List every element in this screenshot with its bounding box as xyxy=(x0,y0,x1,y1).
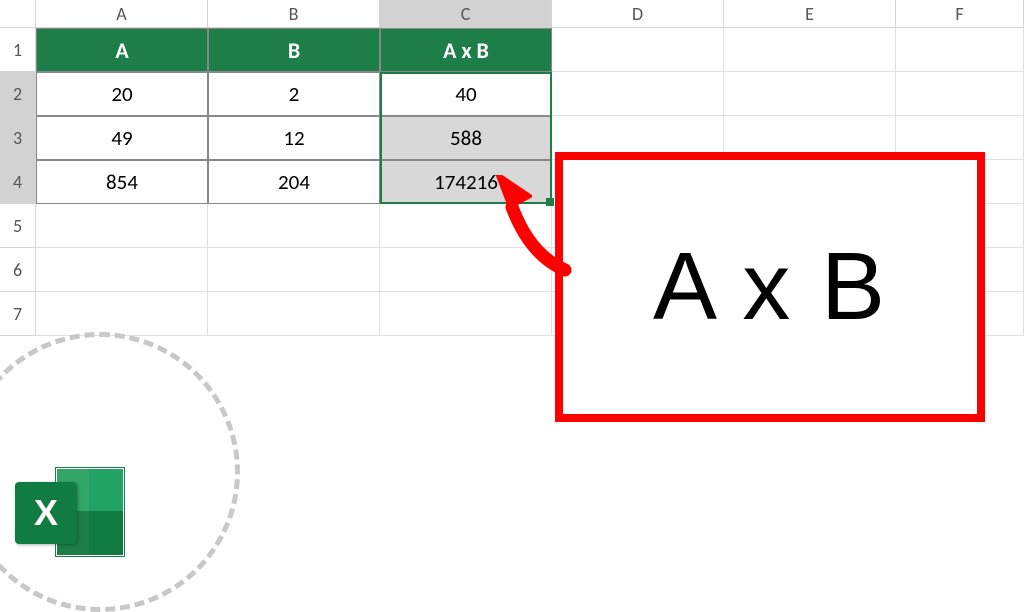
row-header-2[interactable]: 2 xyxy=(0,72,36,116)
cell-a2[interactable]: 20 xyxy=(36,72,208,116)
row-header-5[interactable]: 5 xyxy=(0,204,36,248)
select-all-corner[interactable] xyxy=(0,0,36,28)
row-header-4[interactable]: 4 xyxy=(0,160,36,204)
cell-a5[interactable] xyxy=(36,204,208,248)
cell-b7[interactable] xyxy=(208,292,380,336)
col-header-a[interactable]: A xyxy=(36,0,208,28)
excel-x-label: X xyxy=(34,492,58,534)
cell-a7[interactable] xyxy=(36,292,208,336)
cell-b6[interactable] xyxy=(208,248,380,292)
excel-logo-area: X xyxy=(0,332,240,612)
cell-a1[interactable]: A xyxy=(36,28,208,72)
callout-label: A x B xyxy=(653,232,887,342)
col-header-b[interactable]: B xyxy=(208,0,380,28)
row-header-3[interactable]: 3 xyxy=(0,116,36,160)
excel-icon: X xyxy=(15,462,125,562)
cell-f1[interactable] xyxy=(896,28,1024,72)
col-header-d[interactable]: D xyxy=(552,0,724,28)
cell-a3[interactable]: 49 xyxy=(36,116,208,160)
cell-c3[interactable]: 588 xyxy=(380,116,552,160)
cell-b1[interactable]: B xyxy=(208,28,380,72)
cell-e2[interactable] xyxy=(724,72,896,116)
cell-a6[interactable] xyxy=(36,248,208,292)
cell-b5[interactable] xyxy=(208,204,380,248)
cell-b2[interactable]: 2 xyxy=(208,72,380,116)
callout-arrow-icon xyxy=(470,175,590,285)
column-headers-row: A B C D E F xyxy=(0,0,1024,28)
cell-c1[interactable]: A x B xyxy=(380,28,552,72)
cell-c2[interactable]: 40 xyxy=(380,72,552,116)
row-header-7[interactable]: 7 xyxy=(0,292,36,336)
cell-b3[interactable]: 12 xyxy=(208,116,380,160)
callout-box: A x B xyxy=(555,152,985,422)
col-header-e[interactable]: E xyxy=(724,0,896,28)
cell-d2[interactable] xyxy=(552,72,724,116)
col-header-f[interactable]: F xyxy=(896,0,1024,28)
cell-c7[interactable] xyxy=(380,292,552,336)
row-header-1[interactable]: 1 xyxy=(0,28,36,72)
row-header-6[interactable]: 6 xyxy=(0,248,36,292)
spreadsheet-grid: A B C D E F 1 2 3 4 5 6 7 A B A x B 20 2… xyxy=(0,0,1024,572)
row-headers-col: 1 2 3 4 5 6 7 xyxy=(0,28,36,336)
col-header-c[interactable]: C xyxy=(380,0,552,28)
cell-f2[interactable] xyxy=(896,72,1024,116)
cell-a4[interactable]: 854 xyxy=(36,160,208,204)
cell-d1[interactable] xyxy=(552,28,724,72)
cell-b4[interactable]: 204 xyxy=(208,160,380,204)
cell-e1[interactable] xyxy=(724,28,896,72)
